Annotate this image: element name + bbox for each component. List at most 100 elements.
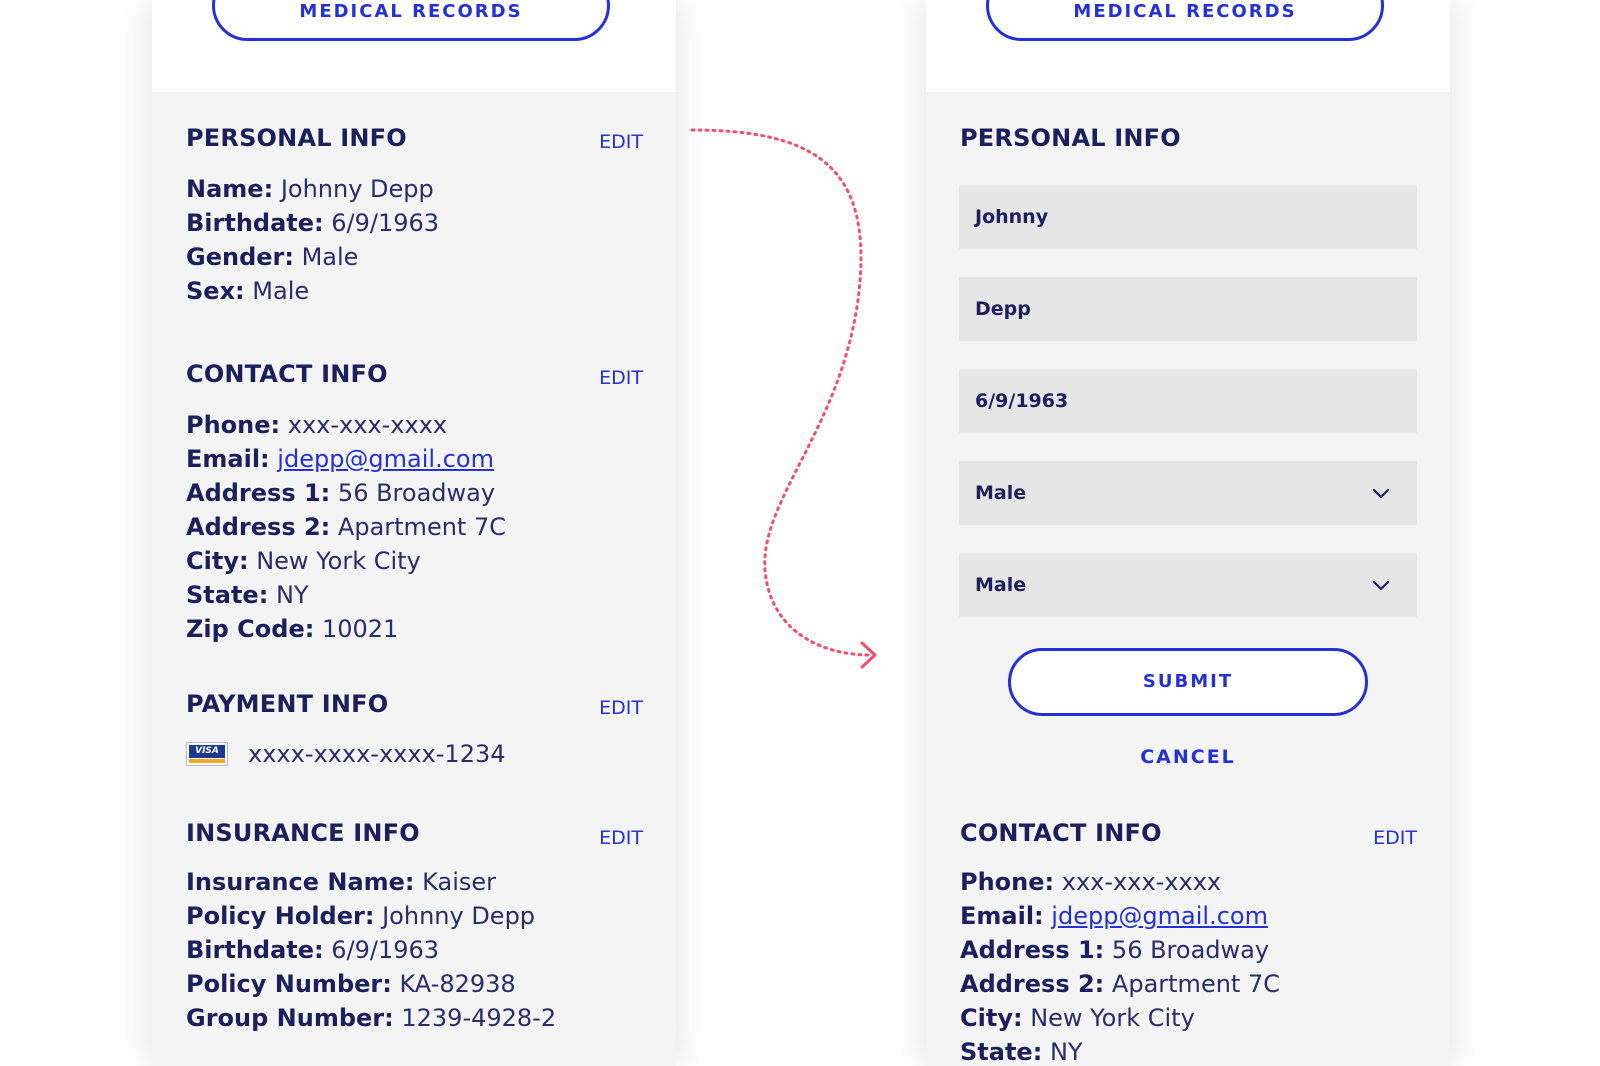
info-row-zip: Zip Code: 10021 <box>186 612 506 646</box>
info-label: Insurance Name: <box>186 868 415 896</box>
info-label: Birthdate: <box>186 209 324 237</box>
info-label: City: <box>186 547 249 575</box>
contact-info-list: Phone: xxx-xxx-xxxx Email: jdepp@gmail.c… <box>960 865 1280 1066</box>
info-row-phone: Phone: xxx-xxx-xxxx <box>186 408 506 442</box>
first-name-field[interactable]: Johnny <box>959 185 1417 249</box>
info-row-address1: Address 1: 56 Broadway <box>186 476 506 510</box>
panel-header: MEDICAL RECORDS <box>926 0 1450 92</box>
transition-arrow-icon <box>690 128 877 669</box>
payment-info-edit-link[interactable]: EDIT <box>599 697 643 719</box>
card-brand: VISA <box>189 745 225 758</box>
info-value: New York City <box>1030 1004 1195 1032</box>
insurance-info-edit-link[interactable]: EDIT <box>599 827 643 849</box>
sex-select-value: Male <box>975 574 1027 596</box>
info-value: Male <box>252 277 310 305</box>
info-label: Zip Code: <box>186 615 315 643</box>
gender-select[interactable]: Male <box>959 461 1417 525</box>
info-label: Group Number: <box>186 1004 394 1032</box>
personal-info-list: Name: Johnny Depp Birthdate: 6/9/1963 Ge… <box>186 172 439 308</box>
info-value: KA-82938 <box>399 970 516 998</box>
info-label: Address 2: <box>960 970 1105 998</box>
info-label: Address 2: <box>186 513 331 541</box>
info-label: Policy Holder: <box>186 902 375 930</box>
info-label: State: <box>186 581 269 609</box>
info-row-insurance-name: Insurance Name: Kaiser <box>186 865 556 899</box>
last-name-field[interactable]: Depp <box>959 277 1417 341</box>
email-link[interactable]: jdepp@gmail.com <box>1051 902 1268 930</box>
info-row-policy-holder: Policy Holder: Johnny Depp <box>186 899 556 933</box>
info-row-birthdate: Birthdate: 6/9/1963 <box>186 206 439 240</box>
contact-info-edit-link[interactable]: EDIT <box>1373 827 1417 849</box>
visa-card-icon: VISA <box>186 742 228 766</box>
personal-info-edit-link[interactable]: EDIT <box>599 131 643 153</box>
submit-button[interactable]: SUBMIT <box>1008 648 1368 716</box>
medical-records-button[interactable]: MEDICAL RECORDS <box>986 0 1384 41</box>
info-value: 56 Broadway <box>337 479 496 507</box>
birthdate-field[interactable]: 6/9/1963 <box>959 369 1417 433</box>
info-label: Phone: <box>960 868 1055 896</box>
info-value: 6/9/1963 <box>331 209 440 237</box>
info-row-address2: Address 2: Apartment 7C <box>186 510 506 544</box>
info-value: 56 Broadway <box>1111 936 1270 964</box>
personal-info-title: PERSONAL INFO <box>186 124 407 152</box>
info-label: Birthdate: <box>186 936 324 964</box>
info-value: Kaiser <box>422 868 496 896</box>
info-label: Gender: <box>186 243 294 271</box>
info-row-email: Email: jdepp@gmail.com <box>960 899 1280 933</box>
card-number: xxxx-xxxx-xxxx-1234 <box>248 740 506 768</box>
info-label: Sex: <box>186 277 245 305</box>
info-label: Address 1: <box>960 936 1105 964</box>
personal-info-title: PERSONAL INFO <box>960 124 1181 152</box>
info-value: Apartment 7C <box>1111 970 1280 998</box>
info-label: City: <box>960 1004 1023 1032</box>
insurance-info-title: INSURANCE INFO <box>186 819 420 847</box>
info-row-address1: Address 1: 56 Broadway <box>960 933 1280 967</box>
info-value: NY <box>275 581 309 609</box>
contact-info-edit-link[interactable]: EDIT <box>599 367 643 389</box>
info-value: Johnny Depp <box>280 175 434 203</box>
info-value: 10021 <box>321 615 399 643</box>
gender-select-value: Male <box>975 482 1027 504</box>
contact-info-list: Phone: xxx-xxx-xxxx Email: jdepp@gmail.c… <box>186 408 506 646</box>
info-row-phone: Phone: xxx-xxx-xxxx <box>960 865 1280 899</box>
info-row-policy-number: Policy Number: KA-82938 <box>186 967 556 1001</box>
insurance-info-list: Insurance Name: Kaiser Policy Holder: Jo… <box>186 865 556 1035</box>
info-label: Policy Number: <box>186 970 392 998</box>
info-label: Email: <box>960 902 1044 930</box>
records-edit-panel: MEDICAL RECORDS PERSONAL INFO Johnny Dep… <box>926 0 1450 1066</box>
info-value: Johnny Depp <box>382 902 536 930</box>
info-label: Name: <box>186 175 274 203</box>
info-row-sex: Sex: Male <box>186 274 439 308</box>
info-row-state: State: NY <box>960 1035 1280 1066</box>
info-value: xxx-xxx-xxxx <box>287 411 448 439</box>
payment-info-title: PAYMENT INFO <box>186 690 389 718</box>
info-row-state: State: NY <box>186 578 506 612</box>
card-stripe <box>189 759 225 763</box>
info-value: xxx-xxx-xxxx <box>1061 868 1222 896</box>
info-row-gender: Gender: Male <box>186 240 439 274</box>
medical-records-button[interactable]: MEDICAL RECORDS <box>212 0 610 41</box>
info-label: Address 1: <box>186 479 331 507</box>
info-row-address2: Address 2: Apartment 7C <box>960 967 1280 1001</box>
info-label: State: <box>960 1038 1043 1066</box>
chevron-down-icon <box>1372 580 1390 591</box>
sex-select[interactable]: Male <box>959 553 1417 617</box>
info-row-email: Email: jdepp@gmail.com <box>186 442 506 476</box>
info-value: 1239-4928-2 <box>401 1004 557 1032</box>
panel-header: MEDICAL RECORDS <box>152 0 676 92</box>
info-row-group-number: Group Number: 1239-4928-2 <box>186 1001 556 1035</box>
info-label: Email: <box>186 445 270 473</box>
info-row-name: Name: Johnny Depp <box>186 172 439 206</box>
records-view-panel: MEDICAL RECORDS PERSONAL INFO EDIT Name:… <box>152 0 676 1066</box>
info-value: Apartment 7C <box>337 513 506 541</box>
info-value: Male <box>301 243 359 271</box>
contact-info-title: CONTACT INFO <box>186 360 388 388</box>
info-label: Phone: <box>186 411 281 439</box>
info-value: NY <box>1049 1038 1083 1066</box>
info-row-city: City: New York City <box>960 1001 1280 1035</box>
info-row-insurance-birthdate: Birthdate: 6/9/1963 <box>186 933 556 967</box>
cancel-button[interactable]: CANCEL <box>926 746 1450 768</box>
contact-info-title: CONTACT INFO <box>960 819 1162 847</box>
info-value: 6/9/1963 <box>331 936 440 964</box>
email-link[interactable]: jdepp@gmail.com <box>277 445 494 473</box>
